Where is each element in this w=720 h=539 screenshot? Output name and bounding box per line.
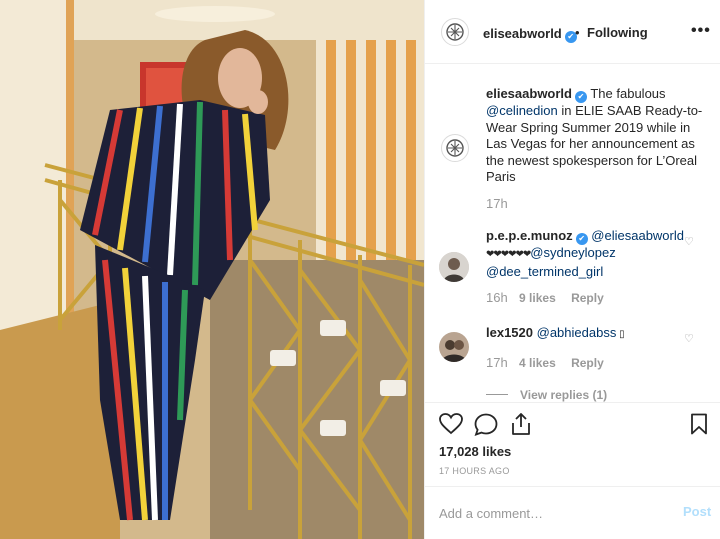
brand-logo-icon [446, 23, 464, 41]
following-button[interactable]: Following [587, 25, 648, 40]
like-comment-heart-icon[interactable]: ♡ [684, 332, 694, 345]
comment-mention[interactable]: @eliesaabworld [591, 228, 684, 243]
post-caption: eliesaabworld ✔ The fabulous @celinedion … [486, 86, 706, 186]
header-username[interactable]: eliseabworld [483, 26, 562, 41]
comment-mention[interactable]: @abhiedabss [537, 325, 617, 340]
comment-mention[interactable]: @sydneylopez [530, 245, 615, 260]
comments-list[interactable]: eliesaabworld ✔ The fabulous @celinedion … [425, 64, 720, 402]
like-heart-icon[interactable] [439, 413, 463, 440]
likes-count[interactable]: 17,028 likes [439, 444, 511, 459]
header-username-block: eliseabworld ✔ [483, 25, 577, 43]
comment-2: lex1520 @abhiedabss ▯ [486, 325, 686, 340]
like-heart-svg [439, 413, 463, 435]
caption-username[interactable]: eliesaabworld [486, 86, 572, 101]
comment-2-meta: 17h 4 likes Reply [486, 355, 706, 370]
user-avatar-icon [439, 252, 469, 282]
user-avatar-icon [439, 332, 469, 362]
post-action-bar: 17,028 likes 17 HOURS AGO [425, 402, 720, 497]
view-replies-row[interactable]: View replies (1) [486, 386, 607, 402]
post-timestamp[interactable]: 17 HOURS AGO [439, 466, 510, 476]
comment-bubble-svg [474, 413, 498, 436]
caption-text-1: The fabulous [586, 86, 666, 101]
caption-mention[interactable]: @celinedion [486, 103, 558, 118]
bookmark-svg [691, 413, 707, 435]
comment-input[interactable] [439, 503, 659, 523]
photo-illustration [0, 0, 424, 539]
like-comment-heart-icon[interactable]: ♡ [684, 235, 694, 248]
reply-button[interactable]: Reply [571, 356, 604, 370]
post-header: eliseabworld ✔ • Following ••• [425, 0, 720, 64]
replies-line-divider [486, 394, 508, 395]
share-svg [512, 413, 530, 435]
comment-bubble-icon[interactable] [474, 413, 498, 441]
reply-button[interactable]: Reply [571, 291, 604, 305]
add-comment-section: Post [425, 486, 720, 539]
verified-badge-icon: ✔ [574, 91, 587, 103]
comment-1: p.e.p.e.munoz ✔ @eliesaabworld ❤❤❤❤❤❤@syd… [486, 228, 686, 280]
bookmark-icon[interactable] [690, 413, 708, 440]
comment-time[interactable]: 16h [486, 290, 508, 305]
post-photo[interactable] [0, 0, 424, 539]
instagram-post: eliseabworld ✔ • Following ••• eliesaabwo… [0, 0, 720, 539]
comment-likes[interactable]: 9 likes [519, 291, 556, 305]
comment-time[interactable]: 17h [486, 355, 508, 370]
avatar[interactable] [441, 18, 469, 46]
verified-badge-icon: ✔ [575, 233, 588, 245]
comment-likes[interactable]: 4 likes [519, 356, 556, 370]
comment-text: ▯ [616, 329, 625, 340]
share-icon[interactable] [510, 412, 532, 441]
caption-time[interactable]: 17h [486, 196, 508, 211]
comment-hearts: ❤❤❤❤❤❤ [486, 249, 531, 260]
avatar[interactable] [439, 252, 469, 282]
brand-logo-icon [446, 139, 464, 157]
comment-username[interactable]: p.e.p.e.munoz [486, 228, 573, 243]
comment-username[interactable]: lex1520 [486, 325, 533, 340]
separator-dot: • [575, 25, 580, 40]
post-comment-button[interactable]: Post [683, 504, 711, 519]
more-options-icon[interactable]: ••• [691, 22, 711, 40]
post-side-panel: eliseabworld ✔ • Following ••• eliesaabwo… [424, 0, 720, 539]
comment-mention[interactable]: @dee_termined_girl [486, 264, 603, 279]
avatar[interactable] [439, 332, 469, 362]
comment-1-meta: 16h 9 likes Reply [486, 290, 706, 305]
caption-avatar[interactable] [441, 134, 469, 162]
view-replies-link[interactable]: View replies (1) [520, 388, 607, 402]
